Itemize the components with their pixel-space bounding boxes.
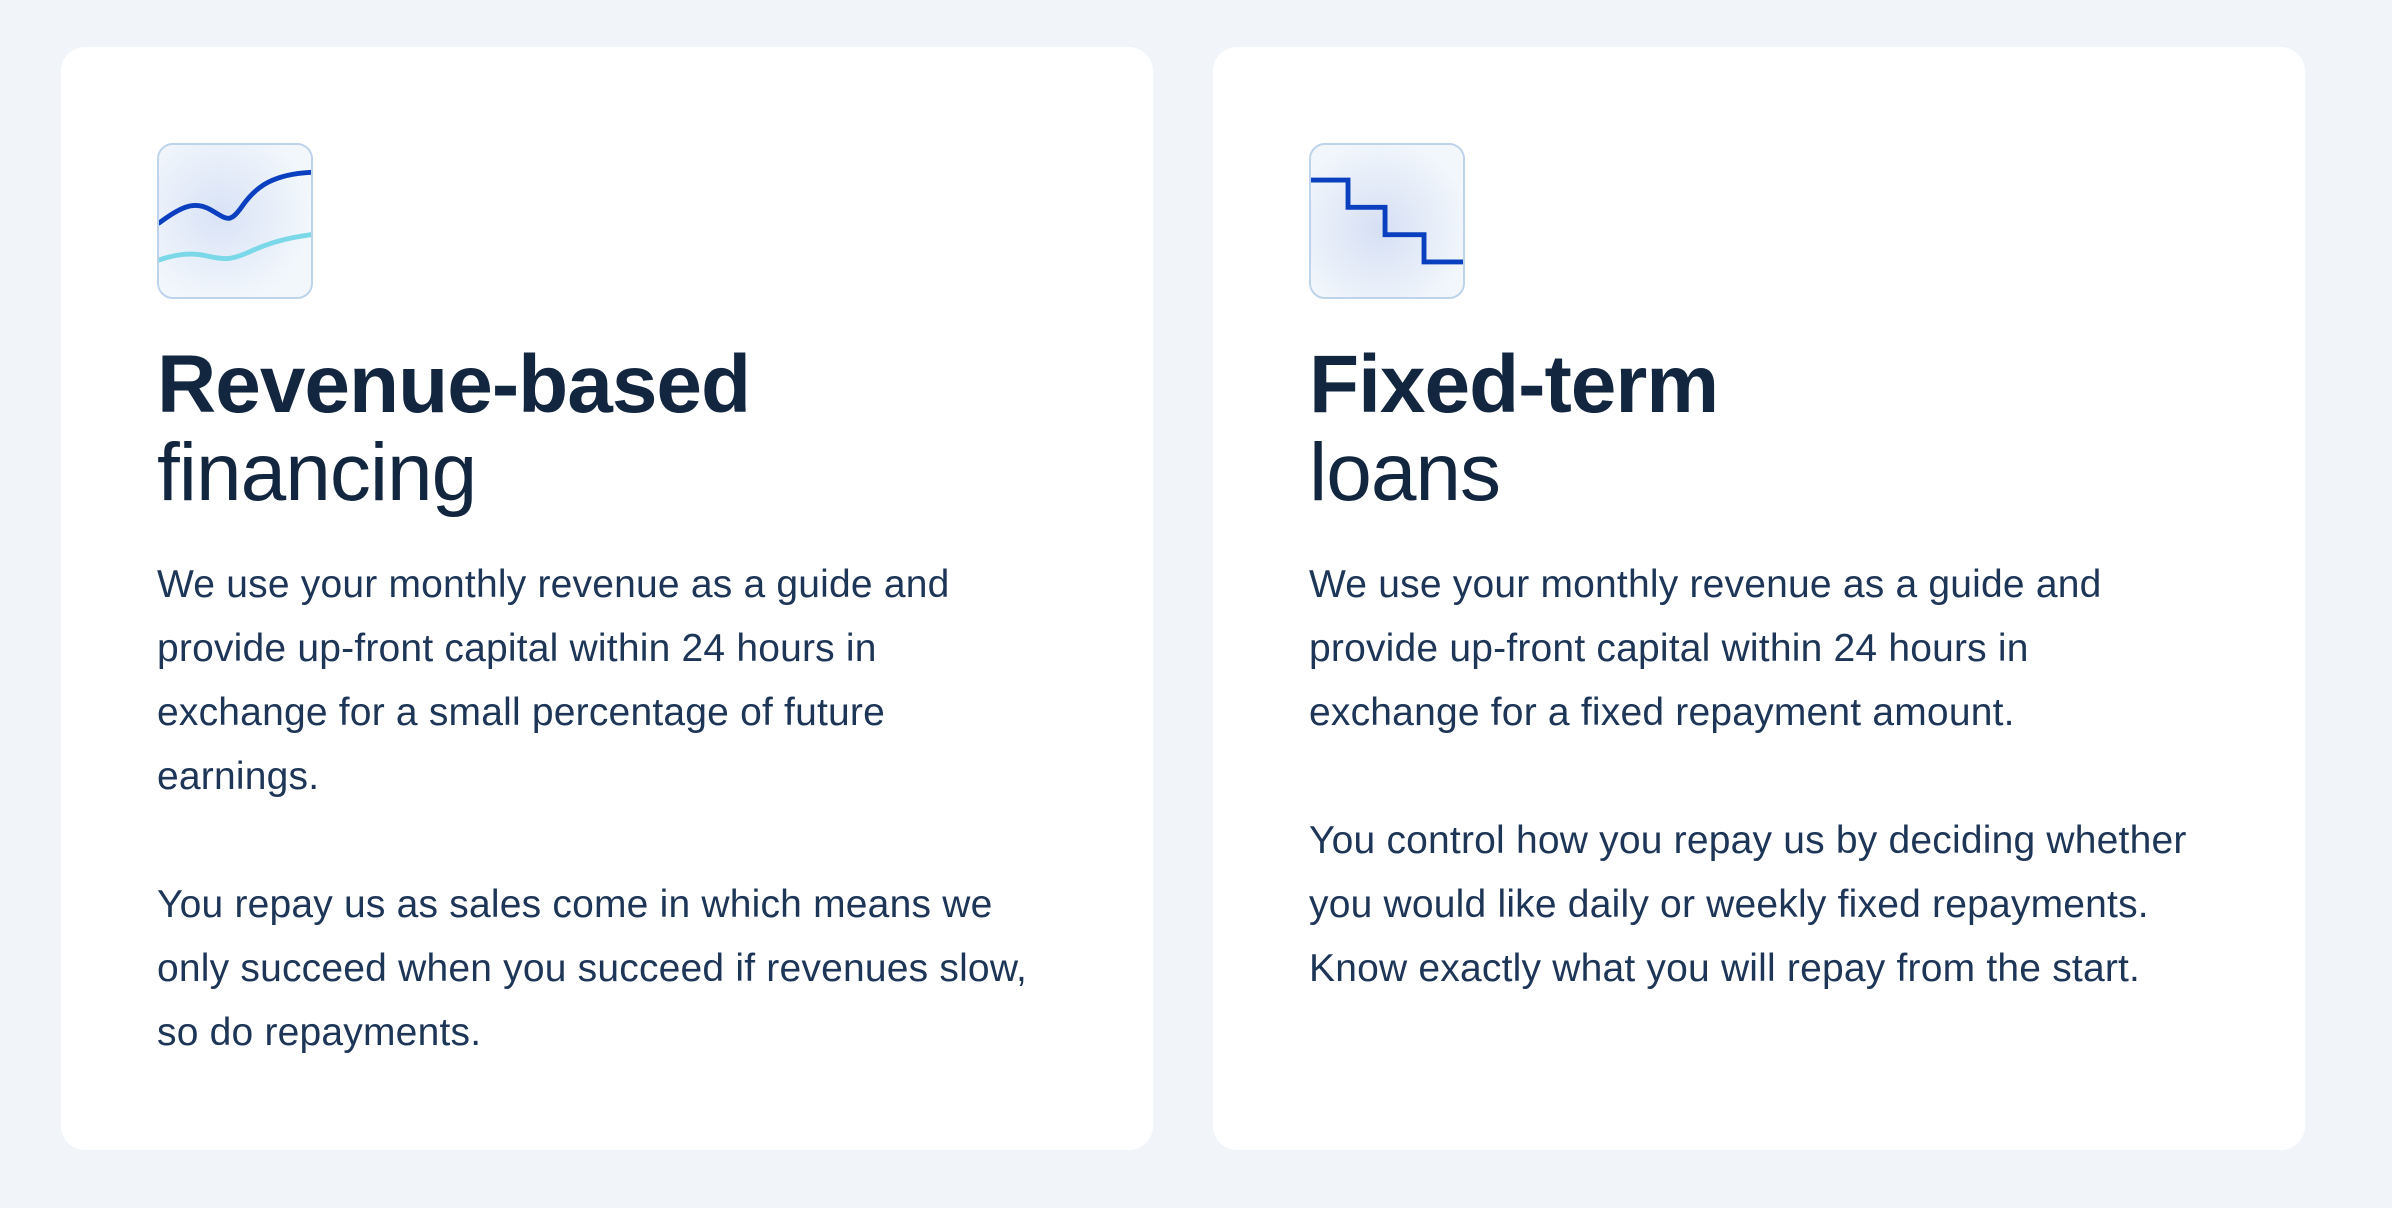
card-title-light: loans	[1309, 427, 1501, 518]
card-title-bold: Fixed-term	[1309, 339, 1719, 430]
card-title: Fixed-term loans	[1309, 341, 2209, 517]
card-paragraph: We use your monthly revenue as a guide a…	[157, 563, 950, 798]
card-title-light: financing	[157, 427, 477, 518]
step-chart-icon	[1309, 143, 1465, 299]
card-paragraph: You repay us as sales come in which mean…	[157, 883, 1028, 1054]
revenue-based-financing-card: Revenue-based financing We use your mont…	[61, 47, 1153, 1150]
card-title-bold: Revenue-based	[157, 339, 751, 430]
card-title: Revenue-based financing	[157, 341, 1057, 517]
card-paragraph: We use your monthly revenue as a guide a…	[1309, 563, 2102, 734]
fixed-term-loans-card: Fixed-term loans We use your monthly rev…	[1213, 47, 2305, 1150]
card-paragraph: You control how you repay us by deciding…	[1309, 819, 2187, 990]
card-description: We use your monthly revenue as a guide a…	[1309, 553, 2209, 1001]
product-cards: Revenue-based financing We use your mont…	[61, 47, 2305, 1150]
wave-chart-icon	[157, 143, 313, 299]
card-description: We use your monthly revenue as a guide a…	[157, 553, 1057, 1065]
